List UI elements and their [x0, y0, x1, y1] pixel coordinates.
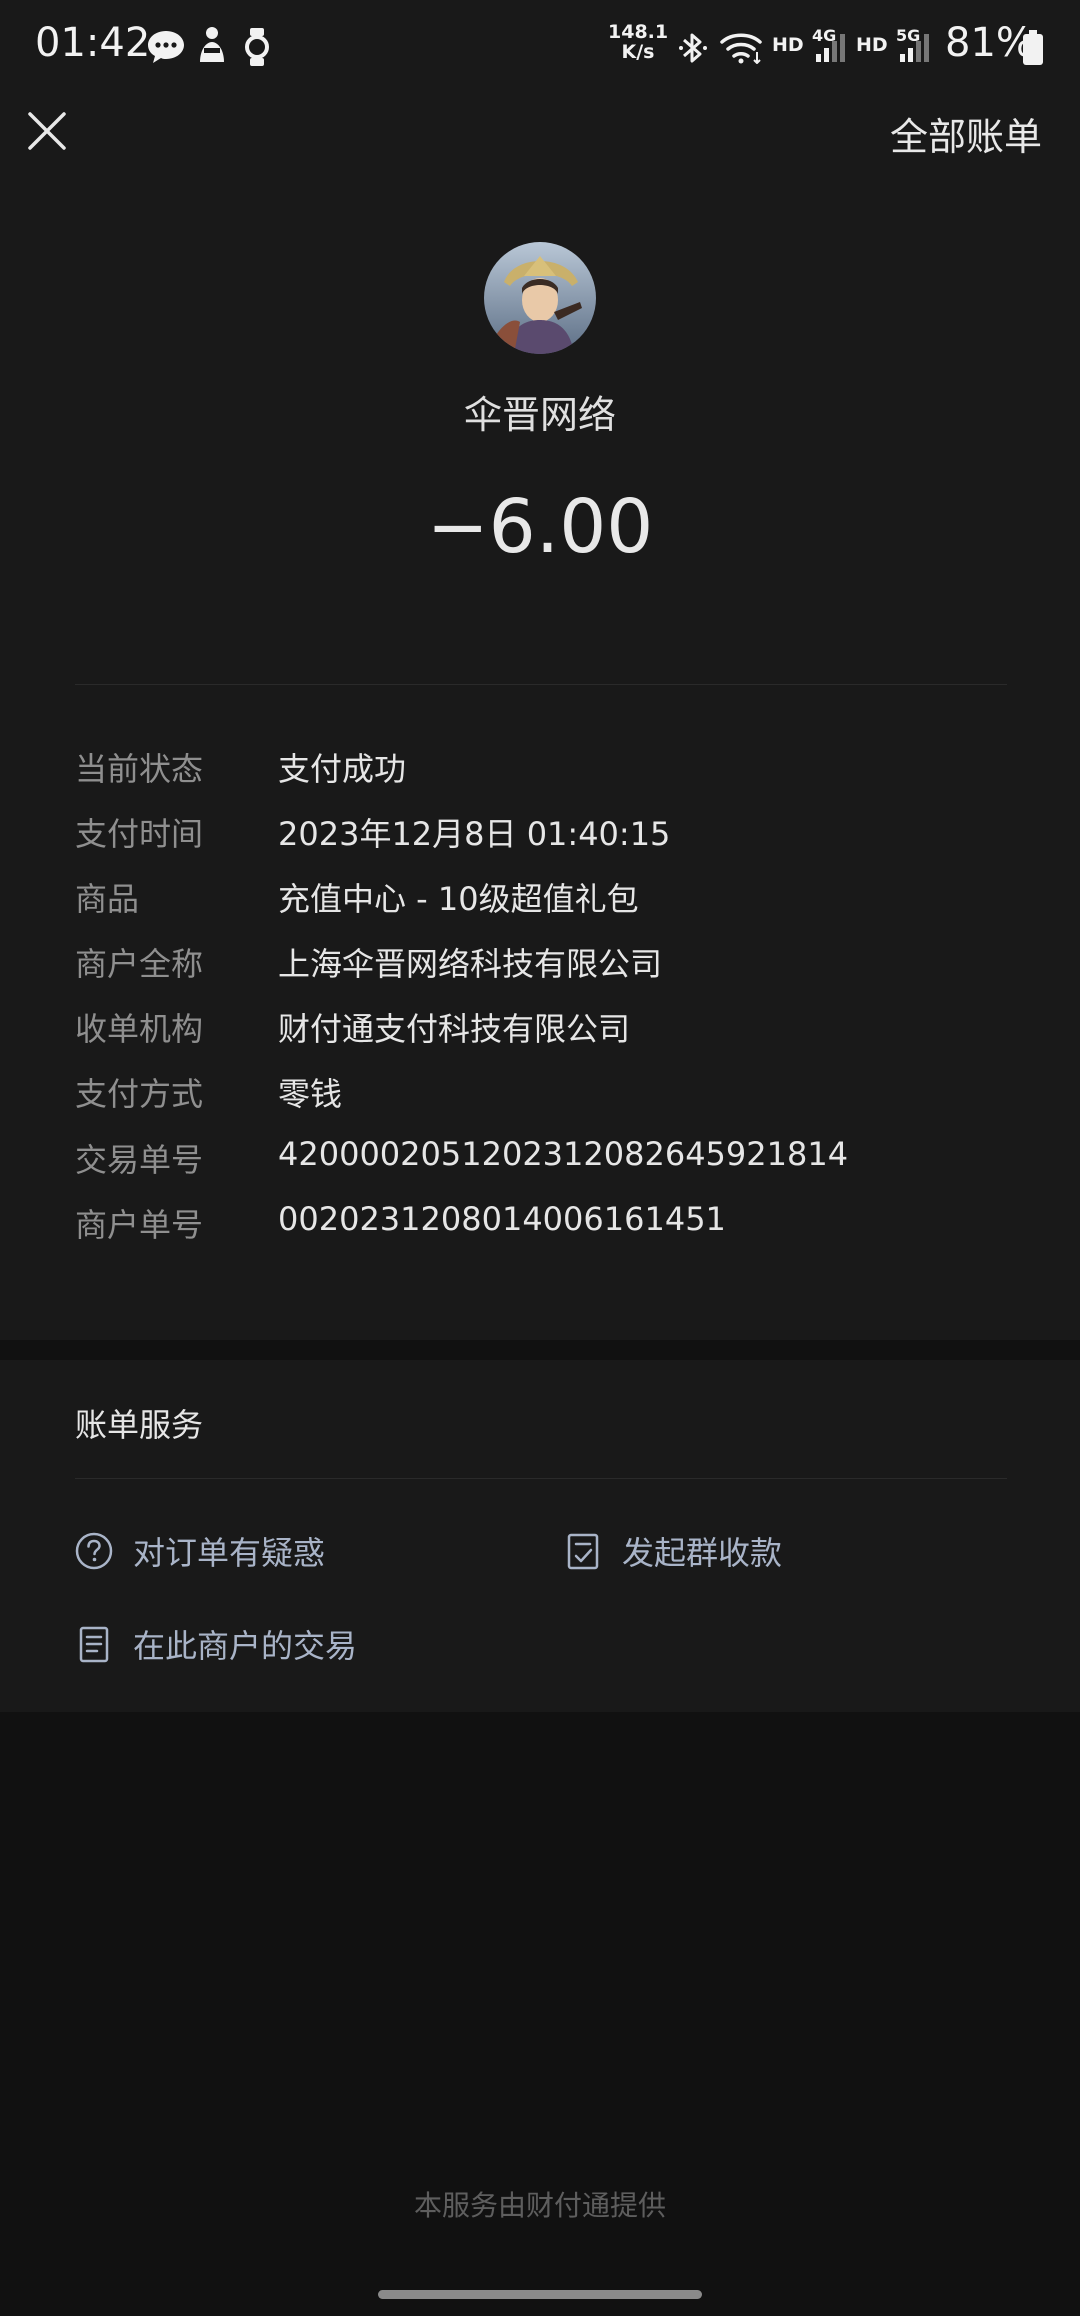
detail-row-merchant-order-id: 商户单号 0020231208014006161451 [75, 1200, 1005, 1250]
divider [75, 684, 1007, 685]
detail-label: 商户单号 [75, 1206, 204, 1244]
detail-label: 交易单号 [75, 1141, 204, 1179]
signal-5g-icon [900, 34, 929, 62]
detail-value: 充值中心 - 10级超值礼包 [278, 880, 639, 918]
all-bills-button[interactable]: 全部账单 [890, 106, 1042, 161]
network-speed-value: 148.1 [608, 21, 669, 43]
bill-services-section: 账单服务 对订单有疑惑 发起群收款 在此商户的交易 [0, 1360, 1080, 1712]
merchant-avatar [484, 242, 596, 354]
group-collection-link[interactable]: 发起群收款 [566, 1526, 782, 1576]
group-collection-label: 发起群收款 [622, 1534, 783, 1572]
merchant-name: 伞晋网络 [463, 393, 616, 437]
detail-value: 4200002051202312082645921814 [278, 1135, 849, 1173]
battery-percentage: 81% [945, 20, 1034, 66]
order-question-link[interactable]: 对订单有疑惑 [75, 1526, 325, 1576]
payment-amount: −6.00 [426, 484, 654, 570]
avatar-image [484, 242, 596, 354]
signal-4g-icon [816, 34, 845, 62]
detail-row-merchant-full-name: 商户全称 上海伞晋网络科技有限公司 [75, 939, 1005, 989]
detail-row-transaction-id: 交易单号 4200002051202312082645921814 [75, 1135, 1005, 1185]
status-bar: 01:42 148.1 K/s HD 4G HD 5G 81% [0, 0, 1080, 96]
document-icon [79, 1626, 109, 1663]
bluetooth-icon [679, 33, 707, 63]
status-time: 01:42 [35, 20, 151, 66]
question-circle-icon [75, 1532, 113, 1570]
detail-label: 商户全称 [75, 945, 204, 983]
checklist-icon [567, 1533, 599, 1570]
chat-bubble-icon [148, 31, 184, 63]
detail-row-product: 商品 充值中心 - 10级超值礼包 [75, 874, 1005, 924]
detail-value: 2023年12月8日 01:40:15 [278, 815, 671, 853]
wifi-icon [720, 33, 762, 64]
detail-label: 支付时间 [75, 815, 204, 853]
detail-row-pay-method: 支付方式 零钱 [75, 1069, 1005, 1119]
home-indicator[interactable] [378, 2290, 702, 2299]
section-separator [0, 1340, 1080, 1360]
watch-icon [245, 28, 269, 66]
detail-row-status: 当前状态 支付成功 [75, 744, 1005, 794]
footer-provider-text: 本服务由财付通提供 [413, 2189, 666, 2222]
detail-value: 财付通支付科技有限公司 [278, 1010, 631, 1048]
divider [75, 1478, 1007, 1479]
notification-app-icon [200, 27, 224, 62]
detail-value: 上海伞晋网络科技有限公司 [278, 945, 663, 983]
network-speed: 148.1 K/s [608, 22, 668, 62]
detail-row-pay-time: 支付时间 2023年12月8日 01:40:15 [75, 809, 1005, 859]
detail-label: 商品 [75, 880, 140, 918]
bill-services-title: 账单服务 [75, 1406, 204, 1444]
hd-label-1: HD [772, 34, 804, 56]
merchant-transactions-link[interactable]: 在此商户的交易 [75, 1619, 357, 1669]
close-icon[interactable] [22, 106, 72, 156]
hd-label-2: HD [856, 34, 888, 56]
order-question-label: 对订单有疑惑 [133, 1534, 326, 1572]
merchant-transactions-label: 在此商户的交易 [133, 1627, 358, 1665]
detail-label: 收单机构 [75, 1010, 204, 1048]
detail-row-acquirer: 收单机构 财付通支付科技有限公司 [75, 1004, 1005, 1054]
detail-label: 当前状态 [75, 750, 204, 788]
battery-icon [1023, 30, 1043, 65]
detail-label: 支付方式 [75, 1075, 204, 1113]
detail-value: 0020231208014006161451 [278, 1200, 726, 1238]
detail-value: 支付成功 [278, 750, 407, 788]
network-speed-unit: K/s [621, 41, 655, 63]
detail-value: 零钱 [278, 1075, 343, 1113]
